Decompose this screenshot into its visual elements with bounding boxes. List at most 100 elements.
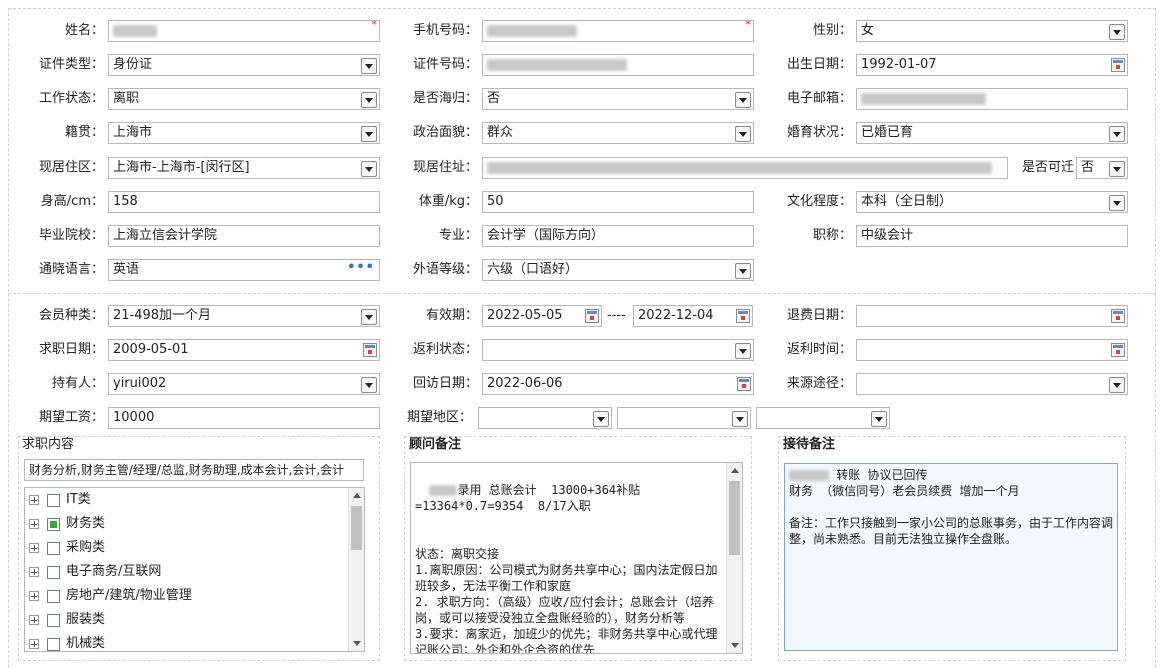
languages-field[interactable]: 英语 ••• [108, 259, 380, 281]
tree-scrollbar[interactable] [348, 488, 364, 651]
member-type-label: 会员种类： [38, 308, 104, 323]
job-date-field[interactable]: 2009-05-01 [108, 339, 380, 361]
tree-checkbox[interactable] [47, 541, 60, 555]
tree-item-label: 采购类 [66, 540, 106, 555]
rebate-status-select[interactable] [482, 339, 754, 361]
tree-item[interactable]: 采购类 [29, 536, 105, 560]
id-type-select[interactable]: 身份证 [108, 54, 380, 76]
job-title-field[interactable]: 中级会计 [856, 225, 1128, 247]
tree-checkbox[interactable] [47, 565, 60, 579]
salary-field[interactable]: 10000 [108, 407, 380, 429]
marital-label: 婚育状况： [786, 125, 852, 140]
expand-icon[interactable] [29, 567, 39, 577]
tree-checkbox[interactable] [47, 589, 60, 603]
job-date-value: 2009-05-01 [113, 342, 189, 357]
member-type-select[interactable]: 21-498加一个月 [108, 305, 380, 327]
tree-checkbox[interactable] [47, 637, 60, 651]
height-label: 身高/cm： [40, 194, 104, 209]
calendar-icon[interactable] [736, 309, 750, 323]
holder-label: 持有人： [51, 376, 104, 391]
languages-label: 通晓语言： [38, 262, 104, 277]
job-category-tree[interactable]: IT类财务类采购类电子商务/互联网房地产/建筑/物业管理 服装类 机械类 [24, 487, 365, 652]
rebate-status-label: 返利状态： [412, 342, 478, 357]
region-district-select[interactable] [756, 407, 890, 429]
scroll-up-icon[interactable] [353, 493, 361, 498]
scroll-thumb[interactable] [351, 506, 362, 550]
section-divider [8, 293, 1156, 294]
tree-item[interactable]: 财务类 [29, 512, 105, 536]
scroll-thumb[interactable] [729, 481, 740, 555]
visit-date-field[interactable]: 2022-06-06 [482, 373, 754, 395]
refund-date-field[interactable] [856, 305, 1128, 327]
tree-item[interactable]: 服装类 [29, 608, 105, 632]
holder-select[interactable]: yirui002 [108, 373, 380, 395]
lang-level-label: 外语等级： [412, 262, 478, 277]
weight-field[interactable]: 50 [482, 191, 754, 213]
visit-date-label: 回访日期： [412, 376, 478, 391]
phone-field[interactable]: * [482, 20, 754, 42]
scroll-down-icon[interactable] [731, 643, 739, 648]
residence-address-field[interactable] [482, 157, 1008, 179]
calendar-icon[interactable] [1111, 309, 1125, 323]
expand-icon[interactable] [29, 591, 39, 601]
work-status-select[interactable]: 离职 [108, 88, 380, 110]
weight-label: 体重/kg： [418, 194, 478, 209]
tree-item[interactable]: IT类 [29, 488, 91, 512]
school-field[interactable]: 上海立信会计学院 [108, 225, 380, 247]
note-scrollbar[interactable] [726, 463, 742, 653]
email-field[interactable] [856, 88, 1128, 110]
expand-icon[interactable] [29, 495, 39, 505]
valid-to-field[interactable]: 2022-12-04 [633, 305, 753, 327]
scroll-up-icon[interactable] [731, 468, 739, 473]
expand-icon[interactable] [29, 519, 39, 529]
tree-checkbox[interactable] [47, 517, 60, 531]
expand-icon[interactable] [29, 543, 39, 553]
gender-select[interactable]: 女 [856, 20, 1128, 42]
native-select[interactable]: 上海市 [108, 122, 380, 144]
residence-area-label: 现居住区： [38, 160, 104, 175]
calendar-icon[interactable] [1111, 58, 1125, 72]
region-province-select[interactable] [478, 407, 612, 429]
name-field[interactable]: * [108, 20, 380, 42]
expand-icon[interactable] [29, 639, 39, 649]
calendar-icon[interactable] [737, 377, 751, 391]
lang-level-select[interactable]: 六级（口语好） [482, 259, 754, 281]
job-content-summary[interactable]: 财务分析,财务主管/经理/总监,财务助理,成本会计,会计,会计 [24, 459, 364, 481]
tree-item[interactable]: 电子商务/互联网 [29, 560, 161, 584]
more-options-icon[interactable]: ••• [347, 260, 375, 278]
reception-note-textarea[interactable]: 转账 协议已回传 财务 （微信同号）老会员续费 增加一个月 备注：工作只接触到一… [784, 463, 1118, 651]
refund-date-label: 退费日期： [786, 308, 852, 323]
tree-item-label: IT类 [66, 492, 91, 507]
scroll-down-icon[interactable] [353, 641, 361, 646]
valid-from-field[interactable]: 2022-05-05 [482, 305, 602, 327]
rebate-time-field[interactable] [856, 339, 1128, 361]
tree-item[interactable]: 房地产/建筑/物业管理 [29, 584, 192, 608]
overseas-select[interactable]: 否 [482, 88, 754, 110]
residence-area-select[interactable]: 上海市-上海市-[闵行区] [108, 157, 380, 179]
relocate-select[interactable]: 否 [1076, 157, 1128, 179]
politics-select[interactable]: 群众 [482, 122, 754, 144]
expand-icon[interactable] [29, 615, 39, 625]
major-field[interactable]: 会计学（国际方向） [482, 225, 754, 247]
education-select[interactable]: 本科（全日制） [856, 191, 1128, 213]
tree-item[interactable]: 机械类 [29, 632, 105, 651]
job-content-title: 求职内容 [22, 437, 75, 452]
calendar-icon[interactable] [585, 309, 599, 323]
source-select[interactable] [856, 373, 1128, 395]
tree-item-label: 电子商务/互联网 [66, 564, 162, 579]
gender-label: 性别： [812, 23, 852, 38]
id-no-field[interactable] [482, 54, 754, 76]
height-field[interactable]: 158 [108, 191, 380, 213]
advisor-note-title: 顾问备注 [409, 437, 462, 452]
phone-label: 手机号码： [412, 23, 478, 38]
overseas-label: 是否海归： [412, 91, 478, 106]
required-mark: * [745, 20, 752, 31]
marital-select[interactable]: 已婚已育 [856, 122, 1128, 144]
tree-checkbox[interactable] [47, 613, 60, 627]
advisor-note-textarea[interactable]: 录用 总账会计 13000+364补贴 =13364*0.7=9354 8/17… [410, 462, 743, 654]
calendar-icon[interactable] [363, 343, 377, 357]
birth-date-field[interactable]: 1992-01-07 [856, 54, 1128, 76]
region-city-select[interactable] [617, 407, 751, 429]
calendar-icon[interactable] [1111, 343, 1125, 357]
tree-checkbox[interactable] [47, 493, 60, 507]
